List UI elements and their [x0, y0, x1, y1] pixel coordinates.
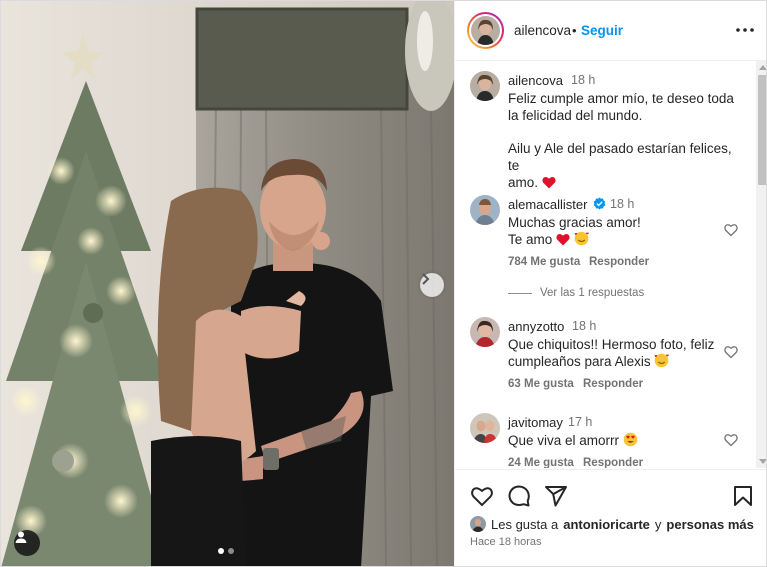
comment-time: 18 h — [572, 319, 597, 333]
comment-line: Muchas gracias amor! — [508, 215, 641, 230]
caption-line: Ailu y Ale del pasado estarían felices, … — [508, 141, 732, 173]
comment-time: 17 h — [568, 415, 593, 429]
comment-avatar[interactable] — [470, 317, 500, 347]
carousel-indicator — [218, 548, 234, 554]
verified-badge-icon — [593, 197, 606, 210]
comments-list[interactable]: ailencova 18 h Feliz cumple amor mío, te… — [455, 61, 755, 468]
heart-eyes-emoji-icon — [623, 432, 638, 447]
reply-button[interactable]: Responder — [583, 457, 643, 468]
comment-line: cumpleaños para Alexis — [508, 353, 738, 370]
bookmark-icon[interactable] — [731, 484, 755, 508]
comment-username[interactable]: alemacallister — [508, 197, 587, 212]
others-likes-link[interactable]: personas más — [666, 517, 753, 532]
caption-line: Feliz cumple amor mío, te deseo toda — [508, 91, 734, 106]
comment-time: 18 h — [610, 197, 635, 211]
like-comment-heart-icon[interactable] — [724, 433, 738, 447]
smiling-hearts-emoji-icon — [574, 231, 589, 246]
comment-text: Que viva el amorrr — [508, 432, 738, 449]
reply-button[interactable]: Responder — [583, 378, 643, 390]
red-heart-emoji-icon — [556, 233, 570, 246]
paper-plane-icon[interactable] — [544, 484, 568, 508]
comment-text: Muchas gracias amor! Te amo — [508, 214, 738, 248]
post-actions: Les gusta a antonioricarte y personas má… — [455, 469, 766, 566]
post-header: ailencova • Seguir — [455, 1, 766, 61]
view-replies-button[interactable]: Ver las 1 respuestas — [508, 287, 644, 299]
instagram-post-window: ailencova • Seguir ailencova 18 h Feliz … — [0, 0, 767, 567]
post-photo[interactable] — [1, 1, 454, 566]
comment-like-count[interactable]: 24 Me gusta — [508, 457, 574, 468]
caption-text: Feliz cumple amor mío, te deseo toda la … — [508, 90, 738, 191]
replies-divider — [508, 292, 532, 294]
likes-prefix: Les gusta a — [491, 516, 559, 532]
caption-time: 18 h — [571, 73, 596, 87]
liked-by-username[interactable]: antonioricarte — [563, 517, 650, 532]
chevron-right-icon — [422, 273, 430, 285]
author-avatar-story-ring[interactable] — [467, 12, 504, 49]
caption-username[interactable]: ailencova — [508, 73, 563, 88]
scrollbar-thumb[interactable] — [758, 75, 766, 185]
likes-conjunction: y — [654, 516, 662, 532]
caption-line: la felicidad del mundo. — [508, 108, 643, 123]
reply-button[interactable]: Responder — [589, 256, 649, 268]
comment-line: Que viva el amorrr — [508, 432, 738, 449]
comment-line: Te amo — [508, 231, 738, 248]
comment-username[interactable]: annyzotto — [508, 319, 564, 334]
caption-avatar[interactable] — [470, 71, 500, 101]
like-comment-heart-icon[interactable] — [724, 223, 738, 237]
heart-icon[interactable] — [470, 484, 494, 508]
header-separator: • — [572, 23, 577, 38]
comment-text: Que chiquitos!! Hermoso foto, feliz cump… — [508, 336, 738, 370]
likes-summary: Les gusta a antonioricarte y personas má… — [470, 516, 754, 532]
caption-line: amo. — [508, 174, 738, 191]
carousel-dot — [228, 548, 234, 554]
view-replies-label[interactable]: Ver las 1 respuestas — [540, 287, 644, 299]
post-timestamp: Hace 18 horas — [470, 536, 542, 548]
next-photo-button[interactable] — [420, 273, 444, 297]
author-avatar — [471, 16, 500, 45]
more-options-icon[interactable] — [734, 19, 756, 41]
comment-avatar[interactable] — [470, 195, 500, 225]
comment-avatar[interactable] — [470, 413, 500, 443]
like-comment-heart-icon[interactable] — [724, 345, 738, 359]
smiling-hearts-emoji-icon — [654, 353, 670, 368]
comments-scrollbar[interactable] — [756, 61, 766, 468]
comment-like-count[interactable]: 784 Me gusta — [508, 256, 580, 268]
carousel-dot-active — [218, 548, 224, 554]
comment-icon[interactable] — [507, 484, 531, 508]
photo-illustration — [1, 1, 454, 566]
comment-username[interactable]: javitomay — [508, 415, 563, 430]
tagged-users-button[interactable] — [14, 530, 40, 556]
scroll-up-arrow-icon[interactable] — [759, 65, 766, 70]
red-heart-emoji-icon — [542, 176, 556, 189]
author-username[interactable]: ailencova — [514, 23, 571, 38]
scroll-down-arrow-icon[interactable] — [759, 459, 766, 464]
post-sidebar: ailencova • Seguir ailencova 18 h Feliz … — [454, 1, 766, 566]
liker-avatar[interactable] — [470, 516, 486, 532]
user-tag-icon — [15, 531, 27, 543]
comment-like-count[interactable]: 63 Me gusta — [508, 378, 574, 390]
comment-line: Que chiquitos!! Hermoso foto, feliz — [508, 337, 715, 352]
follow-button[interactable]: Seguir — [581, 23, 623, 38]
